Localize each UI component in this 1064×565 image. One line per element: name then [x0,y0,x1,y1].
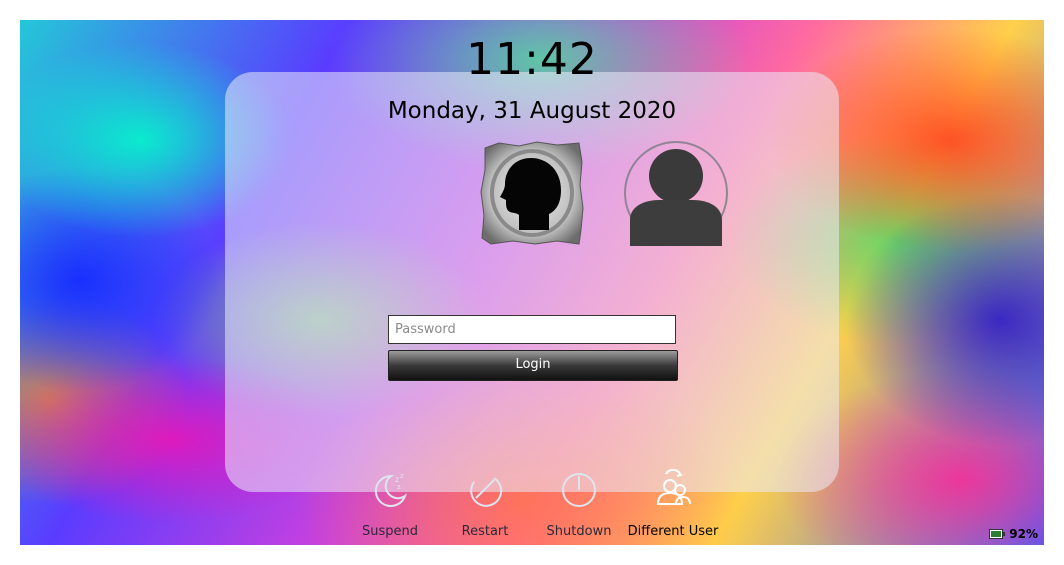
shutdown-button[interactable]: Shutdown [531,468,627,539]
lock-screen: 11:42 Monday, 31 August 2020 Login z z z… [20,20,1044,545]
suspend-label: Suspend [361,524,418,539]
login-button[interactable]: Login [388,350,678,381]
different-user-button[interactable]: Different User [625,468,721,539]
svg-text:z: z [397,483,401,491]
shutdown-label: Shutdown [546,524,612,539]
clock: 11:42 [466,34,598,85]
login-panel [225,72,839,492]
restart-icon [470,477,503,507]
suspend-moon-icon: z z z [374,472,407,507]
date: Monday, 31 August 2020 [387,98,677,124]
user-avatar-other[interactable] [623,140,729,246]
shutdown-icon [562,473,596,507]
battery-status: 92% [989,527,1038,541]
password-input[interactable] [388,315,676,344]
battery-icon [989,529,1006,539]
user-head-silhouette-icon [480,141,584,245]
restart-label: Restart [461,524,509,539]
svg-text:z: z [400,472,404,480]
restart-button[interactable]: Restart [437,468,533,539]
battery-percent: 92% [1009,527,1038,541]
default-user-avatar-icon [624,141,728,246]
suspend-button[interactable]: z z z Suspend [342,468,438,539]
different-user-label: Different User [627,524,719,539]
user-avatar-selected[interactable] [479,140,585,246]
switch-user-icon [656,468,691,505]
